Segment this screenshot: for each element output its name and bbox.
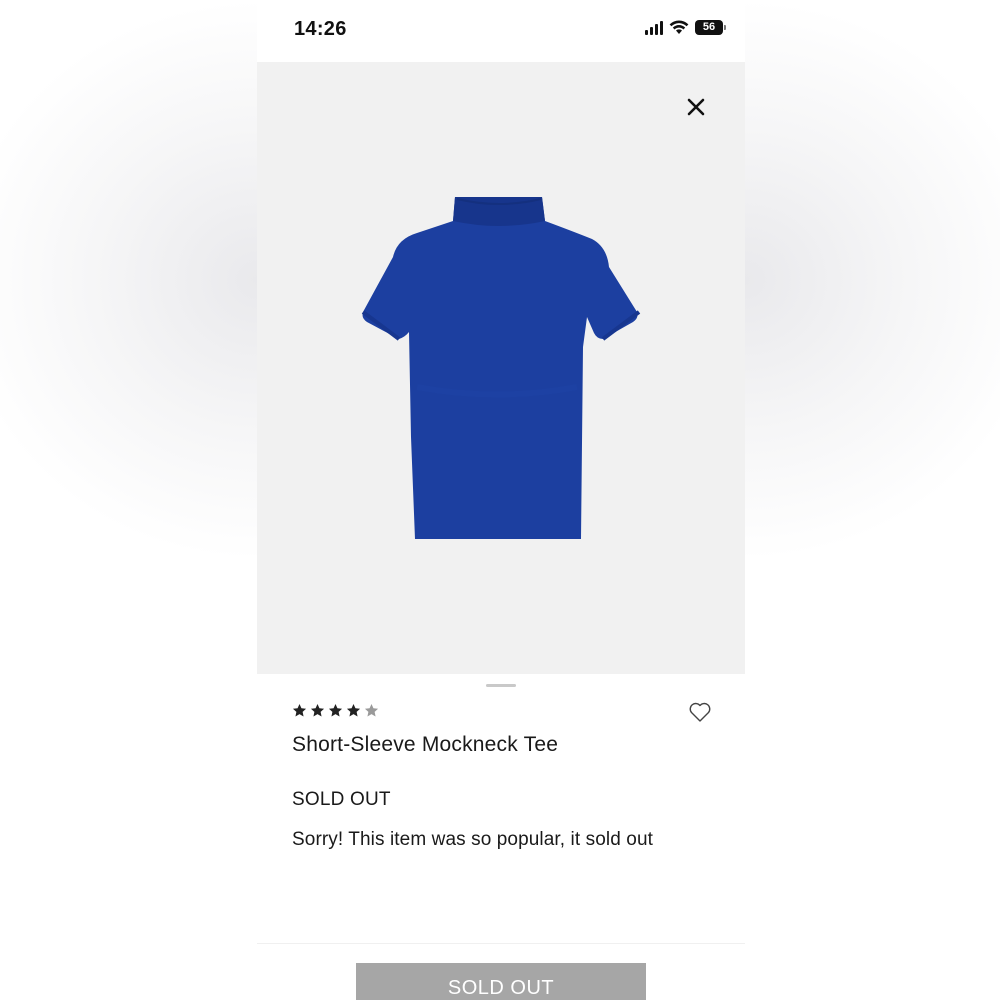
star-empty-icon <box>364 703 379 717</box>
background-left <box>0 0 257 1000</box>
battery-indicator: 56 <box>695 20 726 35</box>
product-title: Short-Sleeve Mockneck Tee <box>292 733 559 756</box>
star-rating <box>292 703 379 718</box>
status-icons: 56 <box>645 20 726 35</box>
cellular-signal-icon <box>645 20 663 35</box>
star-filled-icon <box>328 703 343 717</box>
phone-screen: 14:26 56 Short-Sleeve Mockneck Tee SOLD … <box>257 0 745 1000</box>
star-filled-icon <box>310 703 325 717</box>
wifi-icon <box>669 20 689 34</box>
tee-body <box>362 197 638 539</box>
stock-message: Sorry! This item was so popular, it sold… <box>292 829 653 850</box>
status-time: 14:26 <box>294 18 347 40</box>
product-image-area <box>257 62 745 674</box>
close-icon[interactable] <box>684 95 708 119</box>
stock-status: SOLD OUT <box>292 789 391 810</box>
status-bar: 14:26 56 <box>257 0 745 62</box>
sheet-drag-handle[interactable] <box>486 684 516 687</box>
background-right <box>745 0 1000 1000</box>
blue-mockneck-tee-image <box>361 197 641 539</box>
sold-out-button[interactable]: SOLD OUT <box>356 963 646 1000</box>
star-filled-icon <box>292 703 307 717</box>
heart-outline-icon[interactable] <box>688 701 712 723</box>
star-filled-icon <box>346 703 361 717</box>
